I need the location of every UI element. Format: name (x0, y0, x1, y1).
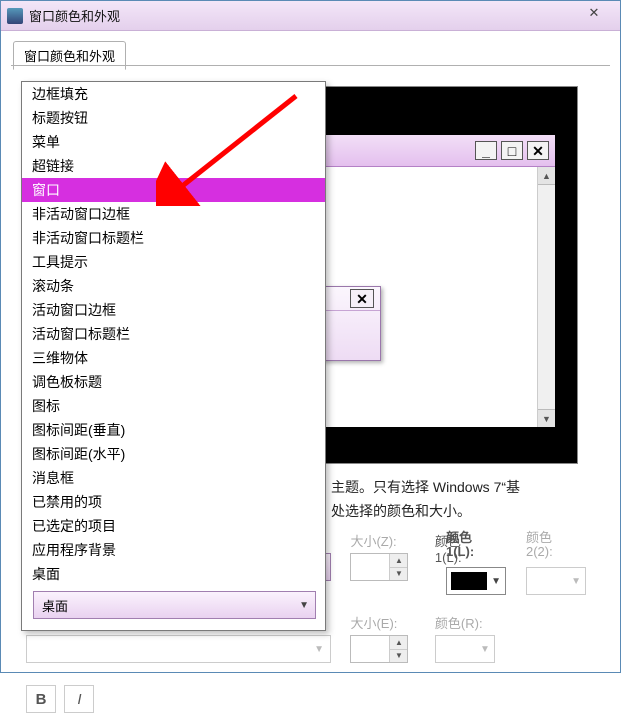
dropdown-option[interactable]: 活动窗口标题栏 (22, 322, 325, 346)
tab-strip: 窗口颜色和外观 (11, 41, 610, 71)
color2-button: ▼ (526, 567, 586, 595)
label-colorR: 颜色(R): (435, 613, 525, 631)
app-icon (7, 8, 23, 24)
dialog-body: 窗口颜色和外观 _ □ ✕ _ □ ✕ ▲ ▼ (1, 31, 620, 672)
dropdown-option[interactable]: 非活动窗口标题栏 (22, 226, 325, 250)
dropdown-option[interactable]: 非活动窗口边框 (22, 202, 325, 226)
dropdown-option[interactable]: 边框填充 (22, 82, 325, 106)
tab-rule (11, 65, 610, 66)
minimize-icon: _ (475, 141, 497, 160)
close-icon[interactable]: ✕ (574, 5, 614, 24)
chevron-down-icon: ▼ (571, 576, 581, 587)
preview-scrollbar: ▲ ▼ (537, 167, 555, 427)
chevron-down-icon: ▼ (314, 644, 324, 655)
spin-down-icon[interactable]: ▼ (390, 568, 407, 581)
color1-button[interactable]: ▼ (446, 567, 506, 595)
dropdown-option[interactable]: 调色板标题 (22, 370, 325, 394)
italic-button: I (64, 685, 94, 713)
font-color-button: ▼ (435, 635, 495, 663)
scroll-up-icon: ▲ (538, 167, 555, 185)
spin-up-icon[interactable]: ▲ (390, 554, 407, 568)
close-icon: ✕ (527, 141, 549, 160)
dropdown-option[interactable]: 三维物体 (22, 346, 325, 370)
color1-swatch (451, 572, 487, 590)
dropdown-option[interactable]: 菜单 (22, 130, 325, 154)
chevron-down-icon: ▼ (491, 576, 501, 587)
label-color1b: 颜色1(L): (446, 531, 516, 549)
dropdown-option[interactable]: 桌面 (22, 562, 325, 586)
dropdown-option[interactable]: 工具提示 (22, 250, 325, 274)
label-sizeZ: 大小(Z): (350, 531, 430, 549)
dropdown-option[interactable]: 超链接 (22, 154, 325, 178)
dropdown-option[interactable]: 应用程序背景 (22, 538, 325, 562)
maximize-icon: □ (501, 141, 523, 160)
size-spinner[interactable]: ▲▼ (350, 553, 408, 581)
scroll-down-icon: ▼ (538, 409, 555, 427)
font-select: ▼ (26, 635, 331, 663)
dropdown-option[interactable]: 已选定的项目 (22, 514, 325, 538)
titlebar: 窗口颜色和外观 ✕ (1, 1, 620, 31)
dropdown-option[interactable]: 图标间距(水平) (22, 442, 325, 466)
dropdown-option[interactable]: 标题按钮 (22, 106, 325, 130)
dropdown-option[interactable]: 活动窗口边框 (22, 298, 325, 322)
dropdown-option[interactable]: 窗口 (22, 178, 325, 202)
help-line1: 主题。只有选择 Windows 7“基 (331, 476, 520, 498)
window-title: 窗口颜色和外观 (29, 6, 120, 25)
color2-swatch (531, 572, 567, 590)
dropdown-footer-select[interactable]: 桌面▼ (33, 591, 316, 619)
dropdown-option[interactable]: 滚动条 (22, 274, 325, 298)
dropdown-option[interactable]: 已禁用的项 (22, 490, 325, 514)
help-line2: 处选择的颜色和大小。 (331, 500, 471, 522)
label-color2: 颜色2(2): (526, 531, 596, 549)
item-dropdown-list[interactable]: 边框填充标题按钮菜单超链接窗口非活动窗口边框非活动窗口标题栏工具提示滚动条活动窗… (21, 81, 326, 631)
dropdown-option[interactable]: 图标间距(垂直) (22, 418, 325, 442)
label-sizeE: 大小(E): (350, 613, 430, 631)
dropdown-option[interactable]: 图标 (22, 394, 325, 418)
bold-button: B (26, 685, 56, 713)
window-color-dialog: 窗口颜色和外观 ✕ 窗口颜色和外观 _ □ ✕ _ □ ✕ ▲ (0, 0, 621, 673)
font-size-spinner: ▲▼ (350, 635, 408, 663)
dropdown-option[interactable]: 消息框 (22, 466, 325, 490)
close-icon: ✕ (350, 289, 374, 308)
